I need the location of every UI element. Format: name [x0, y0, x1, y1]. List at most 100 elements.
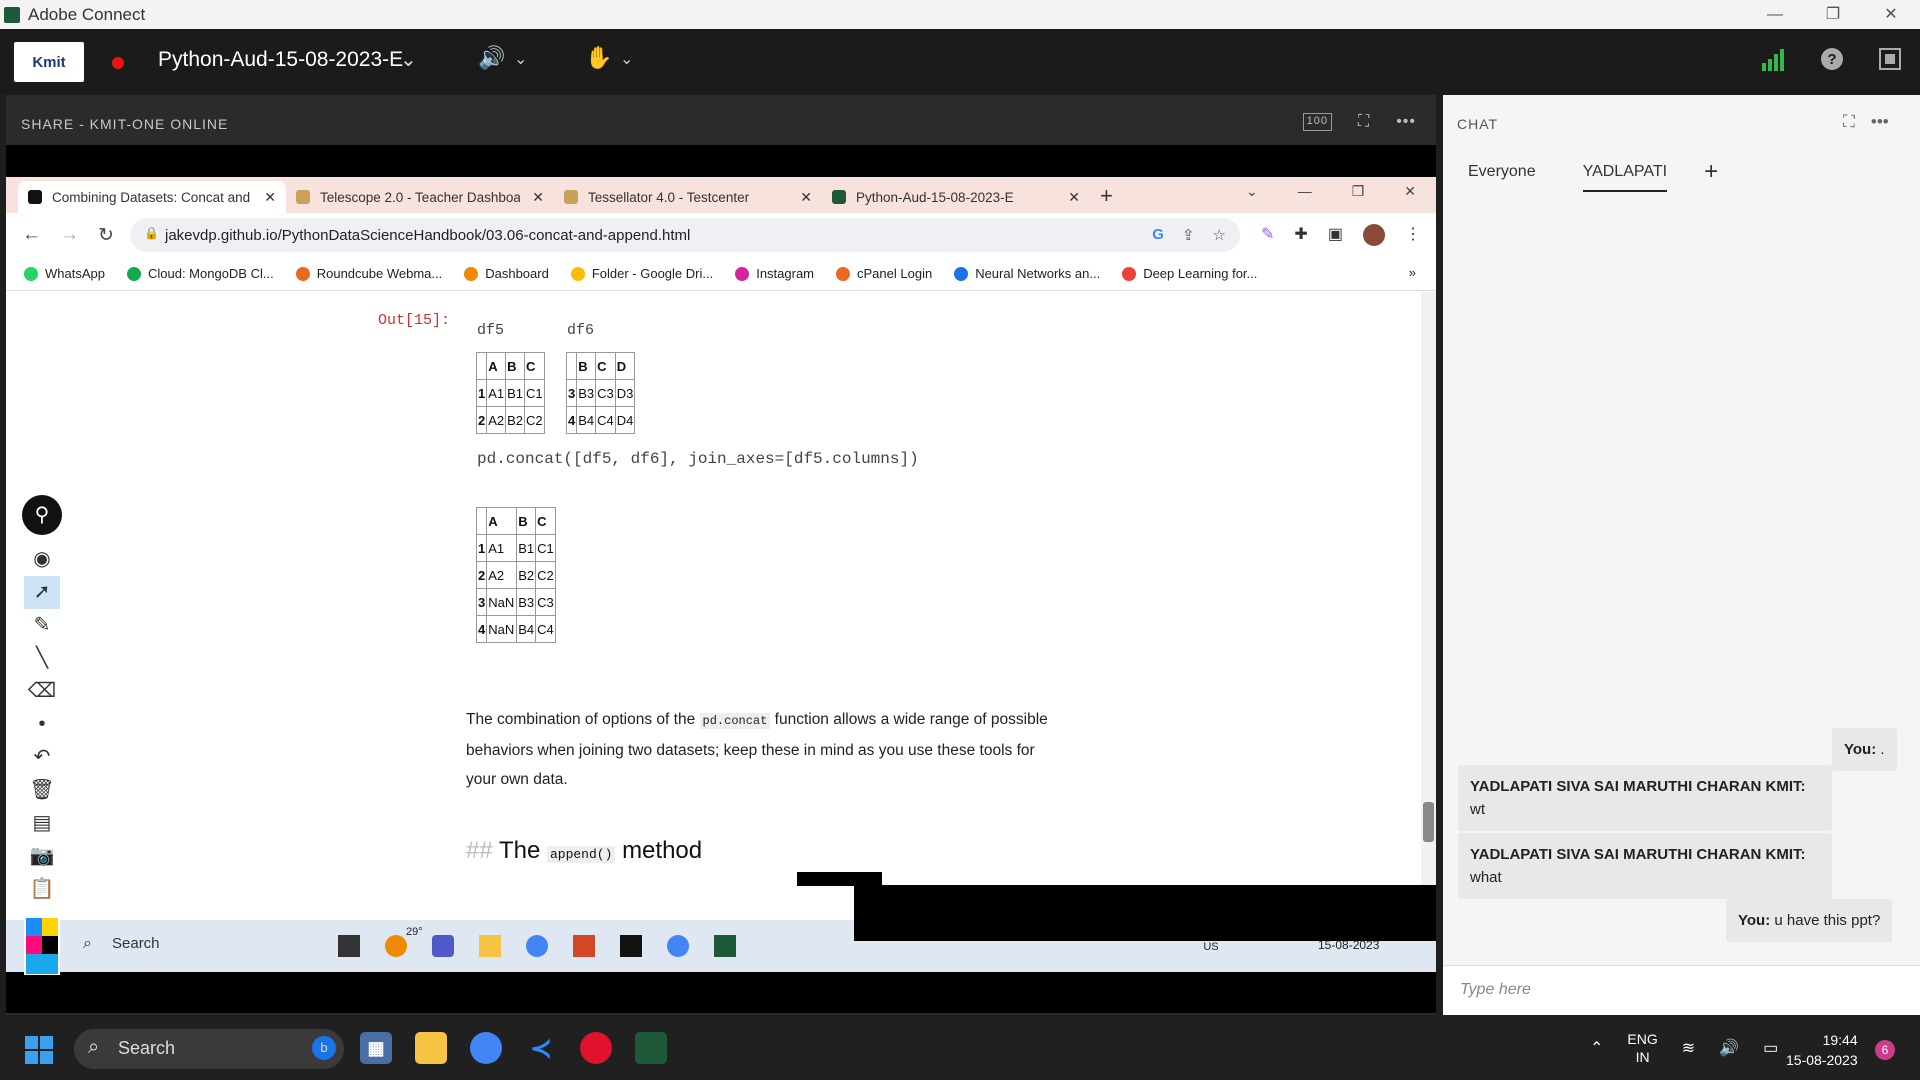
- google-icon[interactable]: G: [1152, 226, 1164, 244]
- speaker-icon[interactable]: 🔊: [478, 45, 505, 71]
- tab-close-icon[interactable]: ✕: [532, 189, 544, 206]
- trash-icon[interactable]: 🗑: [24, 774, 60, 807]
- tab-close-icon[interactable]: ✕: [800, 189, 812, 206]
- page-scrollbar[interactable]: [1421, 292, 1436, 955]
- reload-icon[interactable]: ↻: [98, 224, 118, 247]
- new-tab-button[interactable]: +: [1100, 183, 1113, 209]
- windows-start-icon[interactable]: [25, 1036, 53, 1064]
- highlighter-icon[interactable]: ✎: [24, 609, 60, 642]
- close-button[interactable]: ✕: [1862, 0, 1920, 29]
- url-field[interactable]: 🔒 jakevdp.github.io/PythonDataScienceHan…: [130, 218, 1240, 252]
- teams-icon[interactable]: [432, 935, 454, 957]
- restore-button[interactable]: ❐: [1804, 0, 1862, 29]
- eye-icon[interactable]: ◉: [24, 543, 60, 576]
- connection-signal-icon[interactable]: [1762, 49, 1786, 77]
- calculator-icon[interactable]: ▦: [360, 1032, 392, 1064]
- browser-restore-icon[interactable]: ❐: [1352, 183, 1365, 200]
- bookmark-item[interactable]: Deep Learning for...: [1122, 266, 1257, 281]
- forward-icon[interactable]: →: [60, 224, 80, 246]
- scrollbar-thumb[interactable]: [1423, 802, 1434, 842]
- camera-icon[interactable]: 📷: [24, 840, 60, 873]
- wifi-icon[interactable]: ≋: [1682, 1038, 1695, 1058]
- adobe-connect-icon[interactable]: [714, 935, 736, 957]
- volume-icon[interactable]: 🔊: [1719, 1038, 1739, 1058]
- chrome-icon[interactable]: [526, 935, 548, 957]
- chat-input[interactable]: Type here: [1443, 965, 1920, 1015]
- bookmark-item[interactable]: WhatsApp: [24, 266, 105, 281]
- chrome-icon[interactable]: [470, 1032, 502, 1064]
- back-icon[interactable]: ←: [22, 224, 42, 246]
- raise-hand-icon[interactable]: ✋: [585, 45, 612, 71]
- powerpoint-icon[interactable]: [573, 935, 595, 957]
- tray-expand-icon[interactable]: ⌃: [1590, 1038, 1603, 1058]
- task-view-icon[interactable]: [338, 935, 360, 957]
- shared-search-field[interactable]: Search: [112, 935, 160, 952]
- bing-icon[interactable]: b: [312, 1036, 336, 1060]
- tab-close-icon[interactable]: ✕: [264, 189, 276, 206]
- pycharm-icon[interactable]: [620, 935, 642, 957]
- tab-yadlapati[interactable]: YADLAPATI: [1582, 163, 1668, 192]
- undo-icon[interactable]: ↶: [24, 741, 60, 774]
- clipboard-icon[interactable]: 📋: [24, 873, 60, 906]
- chat-more-icon[interactable]: •••: [1871, 112, 1889, 132]
- bookmark-star-icon[interactable]: ☆: [1213, 226, 1226, 244]
- weather-icon[interactable]: [385, 935, 407, 957]
- color-swatch[interactable]: [26, 918, 58, 936]
- opera-icon[interactable]: [580, 1032, 612, 1064]
- status-chevron-icon[interactable]: ⌄: [620, 49, 633, 69]
- vscode-icon[interactable]: ≺: [525, 1032, 557, 1064]
- taskbar-clock[interactable]: 19:44 15-08-2023: [1786, 1030, 1858, 1070]
- extension-pen-icon[interactable]: ✎: [1261, 224, 1274, 246]
- browser-tab[interactable]: Combining Datasets: Concat and ✕: [18, 181, 286, 213]
- pin-icon[interactable]: ⚲: [22, 495, 62, 535]
- taskbar-search[interactable]: ⌕ Search b: [74, 1029, 344, 1069]
- browser-close-icon[interactable]: ✕: [1404, 183, 1416, 200]
- color-swatch[interactable]: [26, 936, 58, 954]
- search-icon[interactable]: ⌕: [83, 935, 92, 953]
- profile-avatar[interactable]: [1362, 224, 1385, 246]
- browser-tab[interactable]: Tessellator 4.0 - Testcenter ✕: [554, 181, 822, 213]
- fit-screen-icon[interactable]: ⛶: [1358, 113, 1370, 131]
- meeting-name[interactable]: Python-Aud-15-08-2023-E: [158, 48, 403, 72]
- side-panel-icon[interactable]: ▣: [1328, 224, 1343, 246]
- stamp-icon[interactable]: ▤: [24, 807, 60, 840]
- help-icon[interactable]: ?: [1820, 47, 1844, 77]
- notification-badge[interactable]: 6: [1875, 1040, 1895, 1060]
- speaker-chevron-icon[interactable]: ⌄: [514, 49, 527, 69]
- browser-minimize-icon[interactable]: —: [1298, 183, 1312, 200]
- pointer-icon[interactable]: ➚: [24, 576, 60, 609]
- color-swatch[interactable]: [26, 954, 58, 974]
- tab-search-chevron-icon[interactable]: ⌄: [1246, 183, 1258, 200]
- tab-close-icon[interactable]: ✕: [1068, 189, 1080, 206]
- language-indicator[interactable]: ENG IN: [1627, 1030, 1657, 1066]
- bookmark-item[interactable]: cPanel Login: [836, 266, 932, 281]
- share-page-icon[interactable]: ⇪: [1182, 226, 1195, 244]
- battery-icon[interactable]: ▭: [1763, 1038, 1778, 1058]
- share-more-icon[interactable]: •••: [1396, 113, 1416, 131]
- bookmark-item[interactable]: Cloud: MongoDB Cl...: [126, 266, 274, 281]
- tab-everyone[interactable]: Everyone: [1468, 163, 1536, 181]
- extensions-icon[interactable]: ✚: [1294, 224, 1307, 246]
- browser-tab[interactable]: Telescope 2.0 - Teacher Dashboa ✕: [286, 181, 554, 213]
- more-bookmarks-icon[interactable]: »: [1409, 265, 1416, 280]
- line-icon[interactable]: ╲: [24, 642, 60, 675]
- bookmark-item[interactable]: Dashboard: [464, 266, 549, 281]
- lock-icon[interactable]: 🔒: [144, 226, 159, 240]
- fullscreen-icon[interactable]: [1878, 47, 1902, 77]
- bookmark-item[interactable]: Neural Networks an...: [954, 266, 1100, 281]
- add-chat-tab-button[interactable]: +: [1704, 158, 1718, 186]
- bookmark-item[interactable]: Roundcube Webma...: [295, 266, 442, 281]
- dot-icon[interactable]: •: [24, 708, 60, 741]
- file-explorer-icon[interactable]: [415, 1032, 447, 1064]
- adobe-connect-icon[interactable]: [635, 1032, 667, 1064]
- browser-menu-icon[interactable]: ⋮: [1405, 224, 1421, 246]
- zoom-100-icon[interactable]: 100: [1302, 113, 1332, 131]
- chrome-icon[interactable]: [667, 935, 689, 957]
- bookmark-item[interactable]: Instagram: [735, 266, 814, 281]
- meeting-menu-chevron-icon[interactable]: ⌄: [400, 47, 417, 72]
- eraser-icon[interactable]: ⌫: [24, 675, 60, 708]
- minimize-button[interactable]: —: [1746, 0, 1804, 29]
- file-explorer-icon[interactable]: [479, 935, 501, 957]
- chat-fullscreen-icon[interactable]: ⛶: [1843, 112, 1855, 132]
- bookmark-item[interactable]: Folder - Google Dri...: [570, 266, 713, 281]
